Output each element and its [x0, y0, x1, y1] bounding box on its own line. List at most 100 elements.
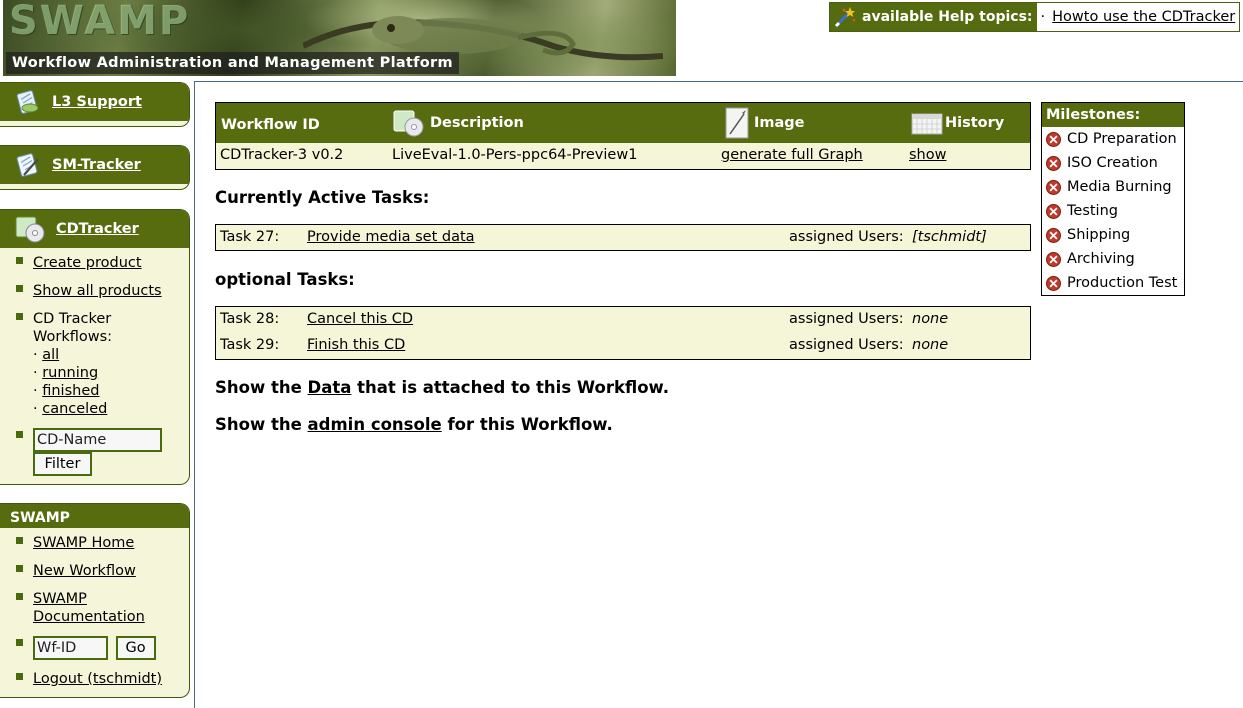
col-workflow-id: Workflow ID — [221, 105, 320, 145]
l3-support-box: L3 Support — [0, 82, 190, 127]
milestone-label: ISO Creation — [1067, 155, 1158, 171]
swamp-title: SWAMP — [10, 510, 70, 526]
workflow-description-value: LiveEval-1.0-Pers-ppc64-Preview1 — [392, 147, 638, 163]
filter-running-item: · running — [33, 364, 189, 382]
wf-id-input[interactable] — [33, 636, 108, 660]
help-topics-header: available Help topics: — [830, 3, 1037, 31]
assigned-users-label: assigned Users: — [789, 229, 904, 245]
task-row: Task 29: Finish this CD assigned Users: … — [216, 333, 1030, 359]
swamp-header: SWAMP — [0, 504, 189, 528]
cd-icon — [15, 216, 45, 243]
data-link[interactable]: Data — [308, 378, 352, 397]
swamp-home-link[interactable]: SWAMP Home — [33, 535, 134, 551]
sm-tracker-box: SM-Tracker — [0, 145, 190, 190]
filter-finished-link[interactable]: finished — [42, 383, 99, 399]
history-show-link[interactable]: show — [909, 147, 946, 163]
milestone-pending-icon — [1046, 179, 1061, 195]
milestone-item: Production Test — [1042, 271, 1184, 295]
cd-name-input[interactable] — [33, 428, 162, 452]
milestone-pending-icon — [1046, 275, 1061, 291]
swamp-documentation-link[interactable]: SWAMP Documentation — [33, 590, 153, 626]
optional-tasks-title: optional Tasks: — [215, 270, 355, 289]
filter-canceled-link[interactable]: canceled — [42, 401, 107, 417]
filter-all-item: · all — [33, 346, 189, 364]
sidebar-item-create-product: Create product — [0, 254, 189, 272]
admin-console-link[interactable]: admin console — [308, 415, 442, 434]
milestone-pending-icon — [1046, 203, 1061, 219]
go-button[interactable]: Go — [115, 636, 156, 660]
l3-support-header: L3 Support — [0, 83, 189, 121]
milestone-item: ISO Creation — [1042, 151, 1184, 175]
show-admin-pre: Show the — [215, 415, 302, 434]
sidebar-item-filter: Filter — [0, 428, 189, 476]
milestone-pending-icon — [1046, 251, 1061, 267]
filter-canceled-item: · canceled — [33, 400, 189, 418]
platform-title: Workflow Administration and Management P… — [6, 52, 459, 74]
milestone-label: CD Preparation — [1067, 131, 1177, 147]
workflows-label: CD Tracker Workflows: — [33, 311, 113, 345]
milestone-label: Media Burning — [1067, 179, 1172, 195]
task-link[interactable]: Provide media set data — [307, 229, 475, 245]
task-link[interactable]: Cancel this CD — [307, 311, 413, 327]
sidebar-divider — [194, 82, 195, 708]
milestone-label: Shipping — [1067, 227, 1131, 243]
filter-finished-item: · finished — [33, 382, 189, 400]
swamp-box: SWAMP SWAMP Home New Workflow SWAMP Docu… — [0, 503, 190, 698]
show-data-post: that is attached to this Workflow. — [357, 378, 669, 397]
swamp-logo: SWAMP — [9, 0, 191, 44]
image-icon — [725, 107, 749, 139]
description-header: Description — [430, 115, 524, 131]
cdtracker-header: CDTracker — [0, 210, 189, 248]
assigned-users-label: assigned Users: — [789, 337, 904, 353]
milestone-item: Testing — [1042, 199, 1184, 223]
milestone-pending-icon — [1046, 131, 1061, 147]
calendar-icon — [911, 113, 943, 135]
task-row: Task 28: Cancel this CD assigned Users: … — [216, 307, 1030, 333]
bullet-dot: · — [33, 347, 38, 363]
task-id: Task 28: — [220, 311, 280, 327]
help-separator: · — [1040, 9, 1046, 25]
optional-tasks-table: Task 28: Cancel this CD assigned Users: … — [215, 306, 1031, 360]
milestone-item: CD Preparation — [1042, 127, 1184, 151]
sidebar-item-swamp-home: SWAMP Home — [0, 534, 189, 552]
task-link[interactable]: Finish this CD — [307, 337, 405, 353]
task-id: Task 27: — [220, 229, 280, 245]
milestone-pending-icon — [1046, 155, 1061, 171]
show-data-pre: Show the — [215, 378, 302, 397]
sm-tracker-header: SM-Tracker — [0, 146, 189, 184]
col-history: History — [911, 103, 1004, 143]
show-admin-post: for this Workflow. — [447, 415, 613, 434]
generate-graph-link[interactable]: generate full Graph — [721, 147, 863, 163]
filter-running-link[interactable]: running — [42, 365, 98, 381]
l3-support-link[interactable]: L3 Support — [52, 94, 142, 110]
filter-all-link[interactable]: all — [42, 347, 59, 363]
sidebar-item-logout: Logout (tschmidt) — [0, 670, 189, 688]
cd-icon — [393, 110, 424, 137]
active-tasks-table: Task 27: Provide media set data assigned… — [215, 224, 1031, 251]
help-topics-box: available Help topics: · Howto use the C… — [829, 2, 1241, 32]
cdtracker-link[interactable]: CDTracker — [56, 221, 139, 237]
milestone-item: Media Burning — [1042, 175, 1184, 199]
history-header: History — [945, 115, 1005, 131]
assigned-users-value: [tschmidt] — [912, 229, 987, 245]
show-all-products-link[interactable]: Show all products — [33, 283, 162, 299]
assigned-users-label: assigned Users: — [789, 311, 904, 327]
sidebar-item-new-workflow: New Workflow — [0, 562, 189, 580]
swamp-banner: SWAMP Workflow Administration and Manage… — [3, 0, 676, 76]
filter-button[interactable]: Filter — [33, 452, 92, 476]
help-topic-link[interactable]: Howto use the CDTracker — [1052, 9, 1235, 25]
milestone-item: Archiving — [1042, 247, 1184, 271]
milestone-label: Testing — [1067, 203, 1118, 219]
new-workflow-link[interactable]: New Workflow — [33, 563, 136, 579]
assigned-users-value: none — [912, 337, 949, 353]
col-image: Image — [724, 103, 805, 143]
bullet-dot: · — [33, 383, 38, 399]
milestones-list: CD Preparation ISO Creation Media Burning T… — [1042, 127, 1184, 295]
sidebar-item-show-all-products: Show all products — [0, 282, 189, 300]
sidebar-item-workflows: CD Tracker Workflows: · all · running · … — [0, 310, 189, 418]
milestone-item: Shipping — [1042, 223, 1184, 247]
logout-link[interactable]: Logout (tschmidt) — [33, 671, 162, 687]
create-product-link[interactable]: Create product — [33, 255, 142, 271]
sidebar-item-wf-id: Go — [0, 636, 189, 660]
sm-tracker-link[interactable]: SM-Tracker — [52, 157, 141, 173]
